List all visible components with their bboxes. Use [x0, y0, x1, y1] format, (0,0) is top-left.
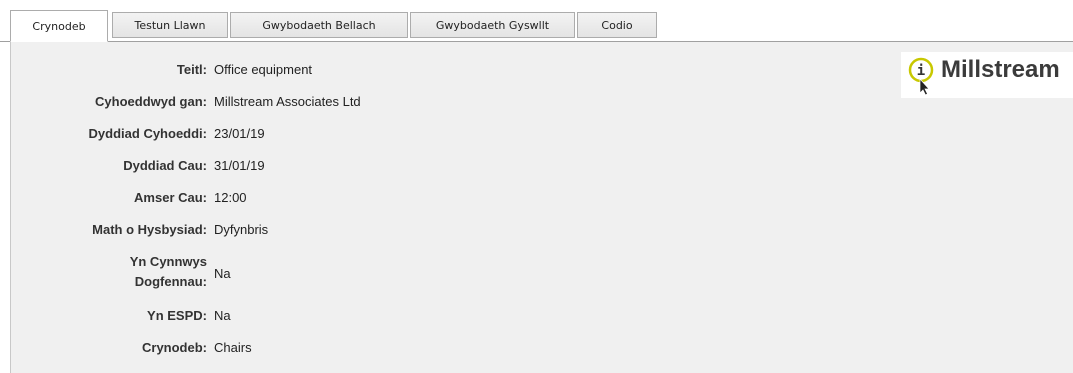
field-value: Na	[214, 266, 231, 281]
field-label: Teitl:	[176, 62, 207, 77]
field-value: Millstream Associates Ltd	[214, 94, 361, 109]
field-label: Crynodeb:	[142, 340, 207, 355]
field-label: Dyddiad Cau:	[123, 158, 207, 173]
tab-gwybodaeth-gyswllt[interactable]: Gwybodaeth Gyswllt	[410, 12, 575, 38]
tab-gwybodaeth-bellach[interactable]: Gwybodaeth Bellach	[230, 12, 408, 38]
field-value: Na	[214, 308, 231, 323]
field-label: Amser Cau:	[134, 190, 207, 205]
field-value: Office equipment	[214, 62, 313, 77]
field-label: Dyddiad Cyhoeddi:	[88, 126, 207, 141]
logo-text: Millstream	[941, 56, 1060, 83]
tab-crynodeb[interactable]: Crynodeb	[10, 10, 108, 42]
field-value: 31/01/19	[214, 158, 265, 173]
field-label-line: Dogfennau:	[134, 274, 207, 289]
field-label-line: Yn Cynnwys	[129, 254, 207, 269]
field-label: Math o Hysbysiad:	[92, 222, 207, 237]
field-label: Yn Cynnwys Dogfennau:	[11, 252, 207, 292]
field-value: Dyfynbris	[214, 222, 269, 237]
field-value: 23/01/19	[214, 126, 265, 141]
field-row-has-documents: Yn Cynnwys Dogfennau: Na	[11, 252, 911, 292]
millstream-logo: i Millstream	[901, 52, 1073, 98]
info-glyph: i	[917, 63, 925, 79]
field-value: Chairs	[214, 340, 252, 355]
field-label: Yn ESPD:	[147, 308, 207, 323]
field-value: 12:00	[214, 190, 247, 205]
tab-codio[interactable]: Codio	[577, 12, 657, 38]
info-cursor-icon: i	[908, 57, 934, 96]
field-label: Cyhoeddwyd gan:	[95, 94, 207, 109]
summary-panel: Teitl: Office equipment Cyhoeddwyd gan: …	[10, 42, 1073, 373]
tab-bar: Crynodeb Testun Llawn Gwybodaeth Bellach…	[0, 0, 1073, 42]
tab-testun-llawn[interactable]: Testun Llawn	[112, 12, 228, 38]
